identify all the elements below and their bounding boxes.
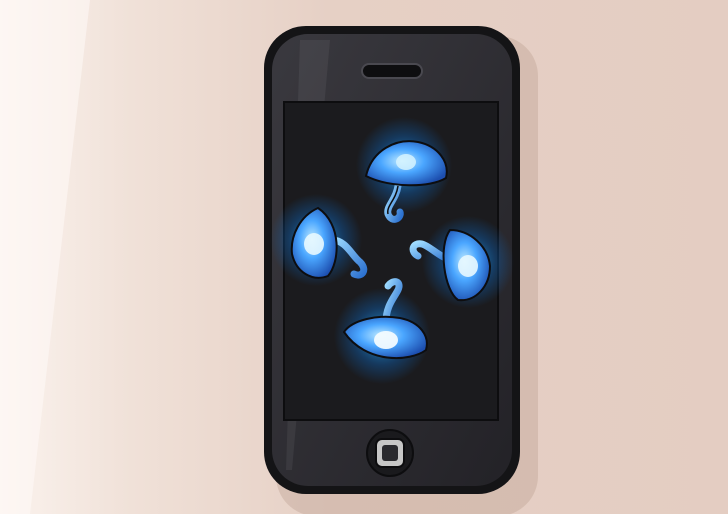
speaker-slot-icon xyxy=(361,63,423,79)
smartphone-icon xyxy=(264,26,520,494)
illustration-scene xyxy=(0,0,728,514)
scene-svg xyxy=(0,0,728,514)
home-button-icon xyxy=(366,429,414,477)
